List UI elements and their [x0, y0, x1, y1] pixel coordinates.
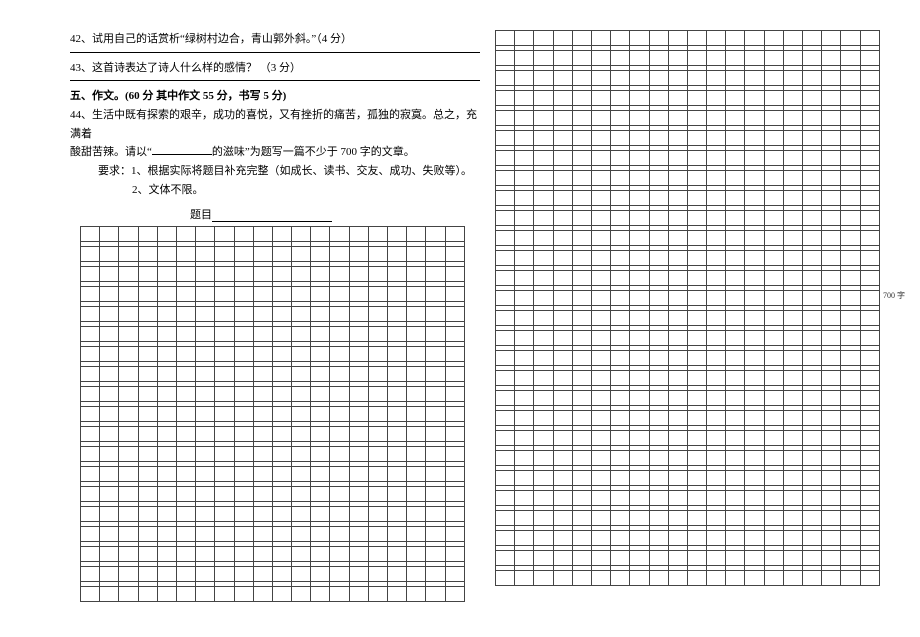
q43-text: 这首诗表达了诗人什么样的感情？ （3 分）: [92, 62, 301, 74]
q43: 43、这首诗表达了诗人什么样的感情？ （3 分）: [70, 59, 480, 78]
q44-line2b: 的滋味”为题写一篇不少于 700 字的文章。: [212, 146, 415, 158]
q44-line2: 酸甜苦辣。请以“ 的滋味”为题写一篇不少于 700 字的文章。: [70, 143, 480, 162]
req1-text: 1、根据实际将题目补充完整（如成长、读书、交友、成功、失败等）。: [131, 165, 472, 177]
manuscript-grid-left: [80, 226, 465, 602]
char-count-marker: 700 字: [883, 290, 905, 301]
essay-title-row: 题目: [70, 206, 480, 222]
title-blank: [212, 211, 332, 222]
answer-line-43: [70, 79, 480, 81]
q42-text: 试用自己的话赏析“绿树村边合，青山郭外斜。”（4 分）: [92, 33, 352, 45]
title-label: 题目: [190, 209, 212, 221]
section5-heading: 五、作文。(60 分 其中作文 55 分，书写 5 分): [70, 87, 480, 106]
q42-prefix: 42、: [70, 33, 92, 45]
req2-text: 2、文体不限。: [132, 184, 204, 196]
q42: 42、试用自己的话赏析“绿树村边合，青山郭外斜。”（4 分）: [70, 30, 480, 49]
question-block: 42、试用自己的话赏析“绿树村边合，青山郭外斜。”（4 分） 43、这首诗表达了…: [70, 30, 480, 224]
q44-prefix: 44、: [70, 109, 92, 121]
manuscript-grid-right: [495, 30, 880, 586]
q44-line1-text: 生活中既有探索的艰辛，成功的喜悦，又有挫折的痛苦，孤独的寂寞。总之，充满着: [70, 109, 477, 140]
answer-line-42: [70, 51, 480, 53]
req-label: 要求：: [98, 165, 131, 177]
q44-line2a: 酸甜苦辣。请以“: [70, 146, 152, 158]
q44-line1: 44、生活中既有探索的艰辛，成功的喜悦，又有挫折的痛苦，孤独的寂寞。总之，充满着: [70, 106, 480, 143]
q43-prefix: 43、: [70, 62, 92, 74]
fill-blank: [152, 145, 212, 155]
q44-req2: 2、文体不限。: [70, 181, 480, 200]
q44-req1: 要求：1、根据实际将题目补充完整（如成长、读书、交友、成功、失败等）。: [70, 162, 480, 181]
